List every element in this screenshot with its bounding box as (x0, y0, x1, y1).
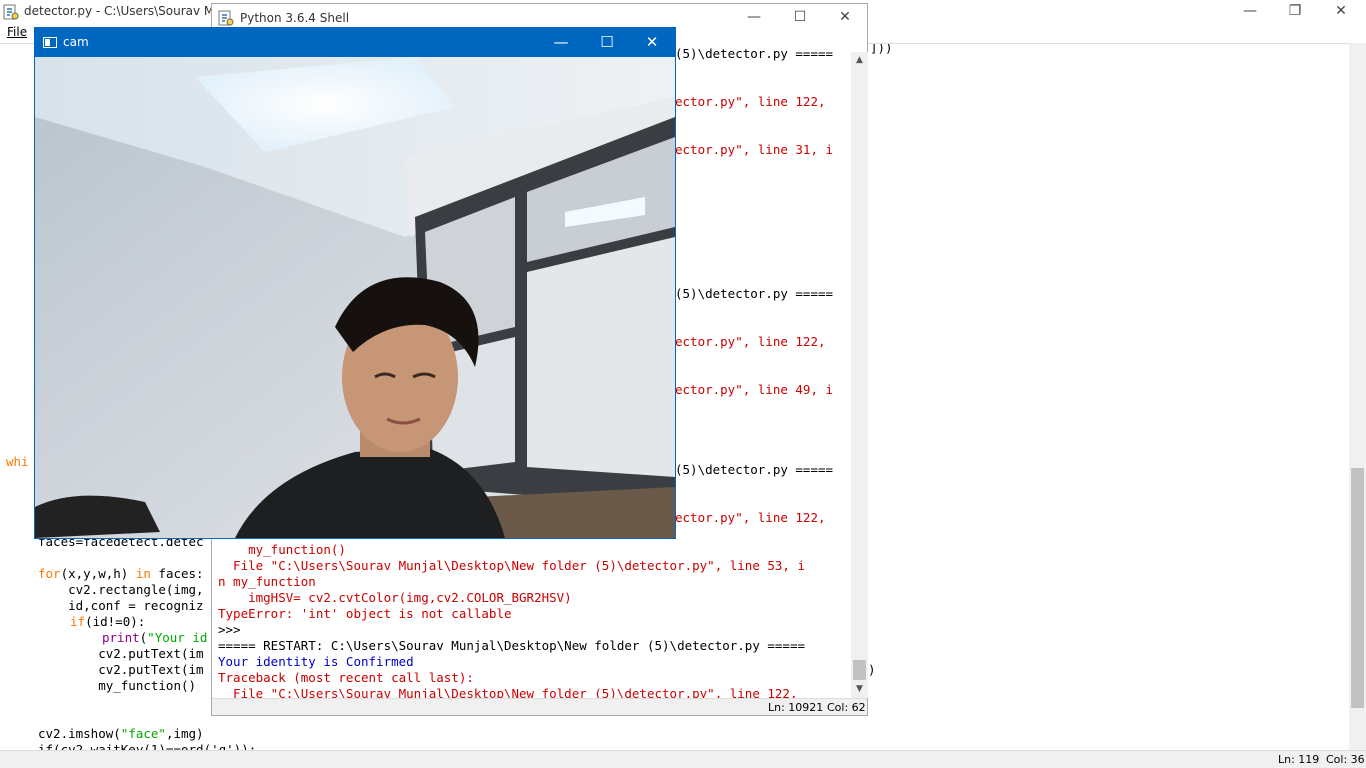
shell-statusbar: Ln: 10921 Col: 62 (212, 698, 867, 715)
maximize-icon[interactable]: ☐ (777, 6, 823, 30)
cam-titlebar[interactable]: cam — ☐ ✕ (35, 28, 675, 57)
shell-line: Your identity is Confirmed (218, 654, 414, 669)
line-number: Ln: 119 (1278, 753, 1320, 766)
scrollbar-thumb[interactable] (1351, 468, 1364, 708)
scroll-down-icon[interactable]: ▼ (851, 681, 868, 698)
shell-line: ector.py", line 31, i (675, 142, 834, 157)
close-icon[interactable]: ✕ (1318, 0, 1364, 24)
shell-line: File "C:\Users\Sourav Munjal\Desktop\New… (218, 558, 805, 573)
shell-line: ector.py", line 122, (675, 94, 826, 109)
maximize-icon[interactable]: ☐ (584, 28, 630, 57)
window-icon (43, 37, 57, 48)
shell-line: Traceback (most recent call last): (218, 670, 474, 685)
shell-title: Python 3.6.4 Shell (240, 11, 350, 25)
cam-title: cam (63, 35, 89, 49)
code-text: (x,y,w,h) (60, 566, 136, 581)
python-file-icon (3, 4, 19, 20)
shell-line: ector.py", line 122, (675, 334, 826, 349)
shell-line: File "C:\Users\Sourav Munjal\Desktop\New… (218, 686, 798, 698)
shell-line: (5)\detector.py ===== (675, 462, 834, 477)
camera-frame-image (35, 57, 675, 538)
string-literal: "Your id (147, 630, 208, 645)
shell-line: (5)\detector.py ===== (675, 46, 834, 61)
camera-feed (35, 57, 675, 538)
column-number: Col: 36 (1326, 753, 1365, 766)
shell-prompt: >>> (218, 622, 241, 637)
editor-statusbar: Ln: 119 Col: 36 (0, 750, 1366, 768)
shell-line: ===== RESTART: C:\Users\Sourav Munjal\De… (218, 638, 805, 653)
code-line: for(x,y,w,h) in faces: (38, 566, 204, 582)
code-text: (id!=0): (85, 614, 146, 629)
shell-scrollbar[interactable]: ▲ ▼ (851, 52, 868, 698)
minimize-icon[interactable]: — (1227, 0, 1273, 24)
code-line: cv2.putText(im (38, 662, 204, 677)
shell-line: imgHSV= cv2.cvtColor(img,cv2.COLOR_BGR2H… (218, 590, 572, 605)
shell-line: my_function() (218, 542, 346, 557)
code-line: cv2.imshow("face",img) (38, 726, 204, 742)
code-line: my_function() (38, 678, 197, 693)
code-fragment: ) (868, 662, 876, 677)
keyword: in (135, 566, 151, 581)
code-fragment: ])) (870, 43, 893, 55)
editor-title: detector.py - C:\Users\Sourav Munj (24, 4, 233, 18)
code-text: ,img) (165, 726, 204, 741)
minimize-icon[interactable]: — (731, 6, 777, 30)
code-line: cv2.putText(im (38, 646, 204, 661)
shell-line: (5)\detector.py ===== (675, 286, 834, 301)
builtin: print (102, 630, 140, 645)
scrollbar-thumb[interactable] (853, 660, 866, 680)
close-icon[interactable]: ✕ (822, 6, 868, 30)
keyword: for (38, 566, 61, 581)
cam-window: cam — ☐ ✕ (34, 27, 676, 539)
code-line: if(id!=0): (70, 614, 145, 630)
code-text: faces: (150, 566, 204, 581)
close-icon[interactable]: ✕ (629, 28, 675, 57)
restore-icon[interactable]: ❐ (1272, 0, 1318, 24)
editor-scrollbar[interactable] (1349, 43, 1366, 750)
menu-file[interactable]: File (7, 25, 27, 39)
code-text: cv2.imshow( (38, 726, 121, 741)
code-line: print("Your id (102, 630, 207, 646)
shell-line: ector.py", line 49, i (675, 382, 834, 397)
line-number: Ln: 10921 (768, 701, 824, 714)
shell-line: ector.py", line 122, (675, 510, 826, 525)
shell-line: TypeError: 'int' object is not callable (218, 606, 512, 621)
string-literal: "face" (120, 726, 166, 741)
column-number: Col: 62 (827, 701, 866, 714)
code-line: cv2.rectangle(img, (38, 582, 204, 597)
python-shell-icon (218, 10, 234, 26)
code-line: id,conf = recogniz (38, 598, 204, 613)
scroll-up-icon[interactable]: ▲ (851, 52, 868, 69)
code-fragment: whi (6, 454, 29, 469)
keyword: if (70, 614, 86, 629)
minimize-icon[interactable]: — (538, 28, 584, 57)
code-line: if(cv2.waitKey(1)==ord('q')): (38, 742, 257, 750)
shell-line: n my_function (218, 574, 316, 589)
